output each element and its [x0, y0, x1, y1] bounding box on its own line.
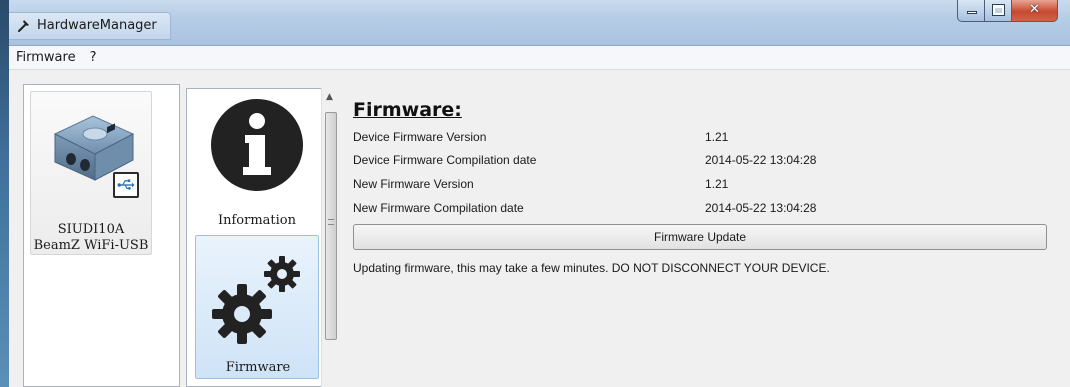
- device-name: SIUDI10A: [57, 222, 125, 237]
- new-compilation-date-value: 2014-05-22 13:04:28: [705, 201, 817, 215]
- maximize-icon: [992, 4, 1005, 16]
- info-row: Device Firmware Version 1.21: [353, 130, 1053, 150]
- update-warning: Updating firmware, this may take a few m…: [353, 261, 830, 275]
- new-firmware-version-value: 1.21: [705, 177, 729, 191]
- hammer-icon: [18, 20, 29, 32]
- info-row: New Firmware Version 1.21: [353, 177, 1053, 197]
- usb-icon: [113, 172, 139, 198]
- device-model: BeamZ WiFi-USB: [33, 238, 149, 253]
- device-firmware-version-value: 1.21: [705, 130, 729, 144]
- firmware-update-button[interactable]: Firmware Update: [353, 224, 1047, 250]
- caption-buttons: ✕: [957, 0, 1058, 22]
- device-list: SIUDI10A BeamZ WiFi-USB: [23, 84, 180, 387]
- section-nav: Information Firmware: [186, 88, 331, 387]
- firmware-panel: Firmware: Device Firmware Version 1.21 D…: [353, 71, 1053, 387]
- minimize-button[interactable]: [957, 0, 985, 22]
- device-firmware-version-label: Device Firmware Version: [353, 130, 487, 144]
- info-icon: [211, 99, 303, 191]
- nav-scrollbar[interactable]: ▲: [321, 88, 339, 387]
- section-title: Firmware:: [353, 99, 462, 121]
- new-compilation-date-label: New Firmware Compilation date: [353, 201, 524, 215]
- menu-firmware[interactable]: Firmware: [9, 50, 83, 65]
- window-title: HardwareManager: [37, 18, 157, 33]
- grip-icon: [328, 219, 334, 225]
- nav-item-firmware[interactable]: Firmware: [195, 235, 319, 379]
- desktop-background: [0, 0, 9, 387]
- device-compilation-date-value: 2014-05-22 13:04:28: [705, 153, 817, 167]
- nav-label-information: Information: [217, 213, 297, 228]
- app-window: HardwareManager ✕ Firmware ? SIUDI10A Be…: [9, 0, 1070, 387]
- device-card[interactable]: SIUDI10A BeamZ WiFi-USB: [30, 91, 152, 255]
- menu-bar: Firmware ?: [9, 46, 1070, 70]
- title-bar[interactable]: HardwareManager ✕: [9, 0, 1070, 46]
- title-tab: HardwareManager: [9, 12, 171, 40]
- maximize-button[interactable]: [985, 0, 1012, 22]
- new-firmware-version-label: New Firmware Version: [353, 177, 474, 191]
- info-row: New Firmware Compilation date 2014-05-22…: [353, 201, 1053, 221]
- menu-help[interactable]: ?: [83, 50, 104, 65]
- client-area: SIUDI10A BeamZ WiFi-USB Information Firm…: [9, 71, 1070, 387]
- minimize-icon: [967, 11, 977, 14]
- nav-item-information[interactable]: Information: [195, 89, 319, 229]
- gears-icon: [212, 256, 300, 344]
- scroll-up-icon[interactable]: ▲: [326, 92, 333, 102]
- close-button[interactable]: ✕: [1012, 0, 1058, 22]
- nav-label-firmware: Firmware: [225, 360, 291, 375]
- scroll-thumb[interactable]: [325, 112, 337, 340]
- info-row: Device Firmware Compilation date 2014-05…: [353, 153, 1053, 173]
- device-compilation-date-label: Device Firmware Compilation date: [353, 153, 537, 167]
- close-icon: ✕: [1029, 2, 1040, 17]
